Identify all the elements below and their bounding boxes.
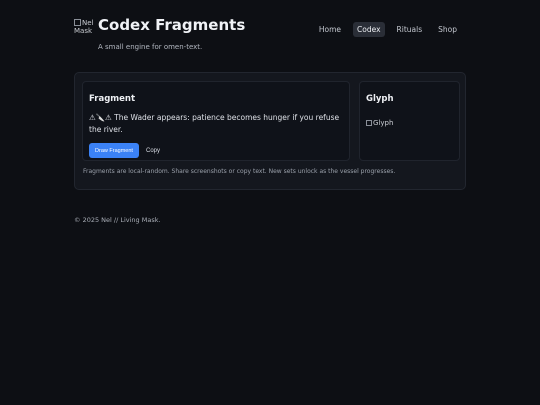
fragment-card: Fragment ⚠🔪⚠ The Wader appears: patience… <box>82 81 350 161</box>
fragment-note: Fragments are local-random. Share screen… <box>83 168 396 175</box>
site-header: Nel Mask Codex Fragments A small engine … <box>74 14 466 58</box>
codex-panel: Fragment ⚠🔪⚠ The Wader appears: patience… <box>74 72 466 190</box>
nav-codex[interactable]: Codex <box>353 22 385 37</box>
glyph-alt-text: Glyph <box>373 119 394 127</box>
nav-home[interactable]: Home <box>315 22 345 37</box>
glyph-card: Glyph Glyph <box>359 81 460 161</box>
site-title: Codex Fragments <box>98 16 246 34</box>
site-tagline: A small engine for omen-text. <box>98 43 203 51</box>
glyph-image: Glyph <box>366 119 393 127</box>
main-nav: Home Codex Rituals Shop <box>315 22 461 37</box>
footer-text: © 2025 Nel // Living Mask. <box>74 216 161 224</box>
nav-shop[interactable]: Shop <box>434 22 461 37</box>
draw-fragment-button[interactable]: Draw Fragment <box>89 143 139 158</box>
fragment-title: Fragment <box>89 94 136 104</box>
nav-rituals[interactable]: Rituals <box>393 22 427 37</box>
broken-image-icon <box>366 120 372 126</box>
broken-image-icon <box>74 19 81 26</box>
copy-button[interactable]: Copy <box>142 143 164 158</box>
logo-image[interactable]: Nel Mask <box>74 19 96 41</box>
glyph-title: Glyph <box>366 94 394 104</box>
fragment-text: ⚠🔪⚠ The Wader appears: patience becomes … <box>89 113 340 134</box>
